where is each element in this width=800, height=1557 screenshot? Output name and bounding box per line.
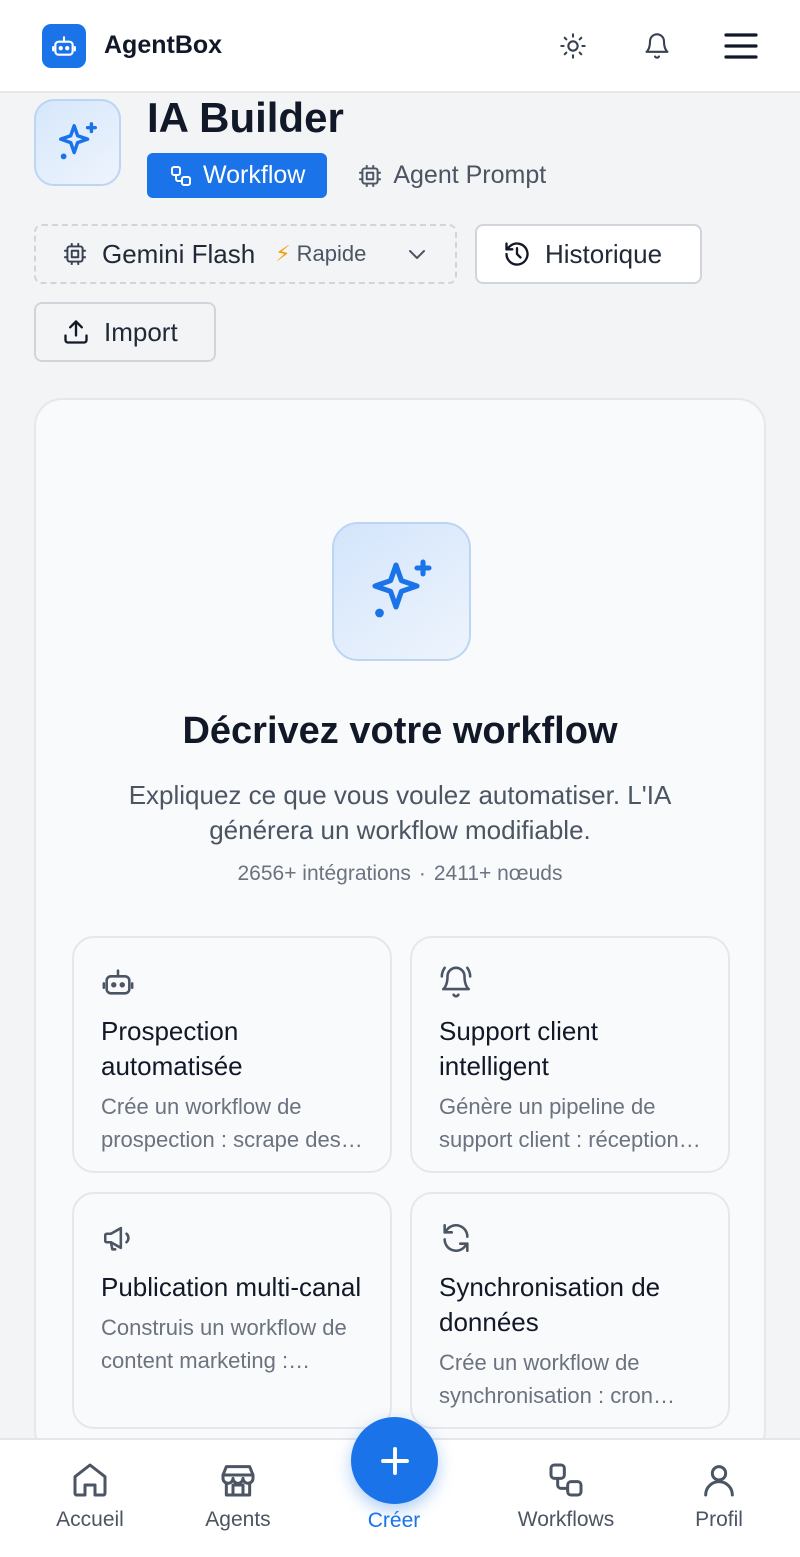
import-button[interactable]: Import [34,302,216,362]
chip-icon [64,243,86,265]
top-bar: AgentBox [0,0,800,93]
upload-icon [64,320,88,344]
suggestion-description: Construis un workflow de content marketi… [101,1315,347,1373]
suggestion-description: Crée un workflow de prospection : scrape… [101,1094,341,1152]
workflow-icon [171,165,191,186]
suggestion-card[interactable]: Synchronisation de données Crée un workf… [410,1192,730,1429]
suggestion-title: Support client intelligent [439,1016,598,1081]
nav-label: Agents [205,1508,271,1531]
bell-icon[interactable] [640,29,674,63]
suggestion-title: Publication multi-canal [101,1272,362,1302]
suggestion-grid: Prospection automatisée Crée un workflow… [72,936,730,1429]
integrations-count: 2656+ intégrations [237,862,411,885]
empty-state-card: Décrivez votre workflow Expliquez ce que… [34,398,766,1458]
nav-item-workflows[interactable]: Workflows [496,1460,636,1532]
empty-state-stats: 2656+ intégrations · 2411+ nœuds [36,862,764,886]
menu-icon[interactable] [724,29,758,63]
nav-item-agents[interactable]: Agents [168,1460,308,1532]
suggestion-description: Crée un workflow de synchronisation : cr… [439,1350,653,1408]
model-select[interactable]: Gemini Flash ⚡ Rapide [34,224,457,284]
model-speed-label: Rapide [296,241,367,266]
tab-workflow-label: Workflow [203,161,306,189]
suggestion-description: Génère un pipeline de support client : r… [439,1094,679,1152]
tab-agent-prompt[interactable]: Agent Prompt [357,153,546,198]
history-button[interactable]: Historique [475,224,702,284]
plus-icon [380,1446,409,1475]
sync-icon [439,1220,475,1256]
suggestion-card[interactable]: Publication multi-canal Construis un wor… [72,1192,392,1429]
megaphone-icon [101,1220,137,1256]
import-label: Import [104,316,178,347]
nav-label: Accueil [56,1508,124,1531]
suggestion-title: Prospection automatisée [101,1016,243,1081]
suggestion-title: Synchronisation de données [439,1272,661,1337]
nodes-count: 2411+ nœuds [433,862,563,885]
suggestion-card[interactable]: Prospection automatisée Crée un workflow… [72,936,392,1173]
home-icon [73,1463,107,1497]
history-label: Historique [545,238,663,269]
robot-icon [101,964,137,1000]
chip-icon [359,164,382,187]
user-icon [704,1465,734,1497]
tab-agent-prompt-label: Agent Prompt [393,161,547,189]
nav-item-accueil[interactable]: Accueil [20,1460,160,1532]
workflow-icon [549,1463,583,1497]
app-name[interactable]: AgentBox [104,31,222,60]
mode-tabs: Workflow Agent Prompt [147,153,546,198]
bell-ring-icon [439,964,475,1000]
nav-label: Profil [695,1508,743,1531]
suggestion-card[interactable]: Support client intelligent Génère un pip… [410,936,730,1173]
lightning-icon: ⚡ [275,241,291,266]
nav-label-creer[interactable]: Créer [324,1509,464,1533]
tab-workflow[interactable]: Workflow [147,153,328,198]
model-name: Gemini Flash [102,238,256,269]
sparkles-badge [332,522,471,661]
sun-icon[interactable] [556,29,590,63]
empty-state-description: Expliquez ce que vous voulez automatiser… [128,780,672,845]
robot-logo-icon[interactable] [42,23,86,68]
create-fab-button[interactable] [351,1417,438,1504]
stats-separator: · [418,862,426,885]
page-title: IA Builder [147,94,344,141]
nav-item-profil[interactable]: Profil [649,1460,789,1532]
sparkles-icon [371,558,432,617]
nav-label: Workflows [517,1508,615,1531]
model-speed: ⚡ Rapide [275,241,366,267]
sparkles-badge [34,99,121,186]
history-icon [505,242,529,266]
empty-state-title: Décrivez votre workflow [182,710,618,752]
chevron-down-icon [405,242,429,266]
sparkles-icon [58,121,97,159]
store-icon [221,1465,255,1497]
